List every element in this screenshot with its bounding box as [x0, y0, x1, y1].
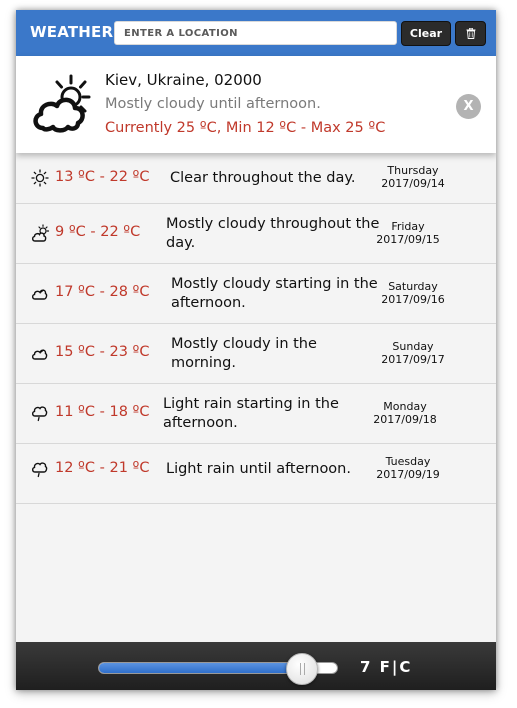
- app-title: WEATHER: [30, 23, 114, 41]
- days-and-unit-toggle[interactable]: 7 F|C: [360, 658, 412, 676]
- clear-day-icon: [31, 169, 49, 187]
- forecast-temp: 11 ºC - 18 ºC: [55, 404, 150, 420]
- current-weather-card: Kiev, Ukraine, 02000 Mostly cloudy until…: [16, 56, 496, 153]
- forecast-summary: Clear throughout the day.: [170, 170, 356, 186]
- forecast-date: Monday 2017/09/18: [370, 400, 440, 426]
- current-location: Kiev, Ukraine, 02000: [105, 71, 262, 89]
- forecast-day: Sunday: [392, 340, 434, 353]
- current-summary: Mostly cloudy until afternoon.: [105, 96, 321, 112]
- rain-icon: [31, 406, 48, 422]
- unit-toggle[interactable]: F|C: [380, 658, 413, 676]
- trash-icon: [466, 28, 475, 39]
- forecast-summary: Light rain starting in the afternoon.: [163, 396, 339, 431]
- header-bar: WEATHER Clear: [16, 10, 496, 56]
- forecast-day: Thursday: [387, 164, 439, 177]
- forecast-date-value: 2017/09/17: [381, 353, 445, 366]
- forecast-date-value: 2017/09/14: [381, 177, 445, 190]
- forecast-temp: 17 ºC - 28 ºC: [55, 284, 150, 300]
- forecast-day: Monday: [383, 400, 427, 413]
- forecast-date: Tuesday 2017/09/19: [373, 455, 443, 481]
- forecast-row: 13 ºC - 22 ºC Clear throughout the day. …: [16, 153, 496, 204]
- forecast-summary: Mostly cloudy starting in the afternoon.: [171, 276, 378, 311]
- cloudy-icon: [31, 349, 48, 360]
- close-button[interactable]: X: [456, 94, 481, 119]
- forecast-row: 9 ºC - 22 ºC Mostly cloudy throughout th…: [16, 204, 496, 264]
- forecast-summary: Light rain until afternoon.: [166, 461, 351, 477]
- forecast-date: Friday 2017/09/15: [373, 220, 443, 246]
- forecast-row: 15 ºC - 23 ºC Mostly cloudy in the morni…: [16, 324, 496, 384]
- forecast-row: 17 ºC - 28 ºC Mostly cloudy starting in …: [16, 264, 496, 324]
- forecast-temp: 13 ºC - 22 ºC: [55, 169, 150, 185]
- forecast-day: Friday: [391, 220, 425, 233]
- weather-widget: WEATHER Clear Kiev, Ukraine,: [16, 10, 496, 690]
- forecast-list: 13 ºC - 22 ºC Clear throughout the day. …: [16, 153, 496, 504]
- forecast-summary: Mostly cloudy in the morning.: [171, 336, 317, 371]
- delete-button[interactable]: [455, 21, 486, 46]
- partly-cloudy-day-icon: [33, 74, 91, 133]
- forecast-row: 12 ºC - 21 ºC Light rain until afternoon…: [16, 444, 496, 504]
- forecast-row: 11 ºC - 18 ºC Light rain starting in the…: [16, 384, 496, 444]
- forecast-day: Tuesday: [385, 455, 431, 468]
- forecast-temp: 15 ºC - 23 ºC: [55, 344, 150, 360]
- current-temperatures: Currently 25 ºC, Min 12 ºC - Max 25 ºC: [105, 120, 386, 136]
- forecast-temp: 12 ºC - 21 ºC: [55, 460, 150, 476]
- forecast-date-value: 2017/09/16: [381, 293, 445, 306]
- forecast-day-count: 7: [360, 658, 373, 676]
- rain-icon: [31, 462, 48, 478]
- clear-button[interactable]: Clear: [401, 21, 451, 46]
- forecast-summary: Mostly cloudy throughout the day.: [166, 216, 380, 251]
- days-slider-handle[interactable]: [286, 653, 318, 685]
- forecast-date-value: 2017/09/19: [376, 468, 440, 481]
- forecast-temp: 9 ºC - 22 ºC: [55, 224, 141, 240]
- location-input[interactable]: [114, 21, 397, 45]
- footer-bar: 7 F|C: [16, 642, 496, 690]
- forecast-date: Sunday 2017/09/17: [378, 340, 448, 366]
- forecast-date-value: 2017/09/18: [373, 413, 437, 426]
- forecast-date: Thursday 2017/09/14: [378, 164, 448, 190]
- forecast-date: Saturday 2017/09/16: [378, 280, 448, 306]
- forecast-day: Saturday: [388, 280, 438, 293]
- forecast-date-value: 2017/09/15: [376, 233, 440, 246]
- days-slider-fill: [99, 663, 302, 673]
- cloudy-icon: [31, 289, 48, 300]
- partly-cloudy-day-icon: [31, 224, 50, 242]
